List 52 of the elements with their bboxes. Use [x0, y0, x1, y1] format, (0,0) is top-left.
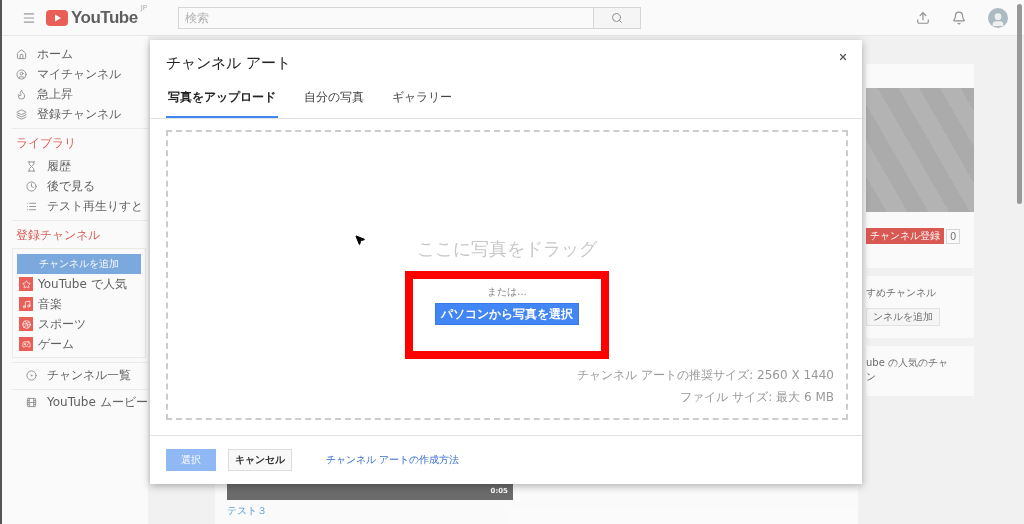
sidebar-item[interactable]: ホーム	[2, 44, 148, 64]
logo-text: YouTube	[71, 7, 138, 28]
subscribe-button[interactable]: チャンネル登録	[866, 228, 944, 244]
music-note-icon	[19, 297, 33, 311]
search-button[interactable]	[594, 6, 641, 29]
sidebar-item[interactable]: 履歴	[12, 156, 148, 176]
tab[interactable]: 写真をアップロード	[166, 89, 278, 118]
hourglass-icon	[26, 160, 37, 172]
list-icon	[26, 200, 37, 212]
tab[interactable]: 自分の写真	[302, 89, 366, 118]
size-note: チャンネル アートの推奨サイズ: 2560 X 1440	[577, 367, 834, 384]
section-heading: ライブラリ	[15, 135, 77, 152]
file-size-note: ファイル サイズ: 最大 6 MB	[680, 389, 834, 406]
help-link[interactable]: チャンネル アートの作成方法	[326, 453, 460, 467]
home-icon	[16, 48, 27, 60]
search-icon	[611, 11, 623, 24]
sidebar-item[interactable]: スポーツ	[17, 314, 141, 334]
sidebar-item[interactable]: マイチャンネル	[2, 64, 148, 84]
flame-icon	[16, 88, 27, 100]
gamepad-icon	[19, 337, 33, 351]
play-logo-icon	[46, 9, 68, 26]
avatar[interactable]	[988, 7, 1008, 28]
subscriber-count: 0	[946, 228, 961, 244]
search-field[interactable]: 検索	[178, 6, 594, 29]
tab[interactable]: ギャラリー	[390, 89, 454, 118]
sidebar-item[interactable]: 音楽	[17, 294, 141, 314]
mouse-pointer-icon	[354, 234, 366, 246]
sidebar-item[interactable]: チャンネル一覧	[12, 365, 148, 385]
sidebar-item[interactable]: ゲーム	[17, 334, 141, 354]
add-channel-button[interactable]: ンネルを追加	[866, 308, 940, 326]
ball-icon	[19, 317, 33, 331]
upload-button[interactable]: パソコンから写真を選択	[435, 303, 579, 325]
close-button[interactable]	[838, 52, 848, 62]
card-title: ube の人気のチャ ン	[866, 356, 950, 384]
bell-icon[interactable]	[952, 10, 966, 25]
sidebar-item[interactable]: 急上昇	[2, 84, 148, 104]
sidebar-item[interactable]: 登録チャンネル	[2, 104, 148, 124]
menu-icon[interactable]	[22, 10, 36, 25]
dialog-title: チャンネル アート	[166, 53, 291, 73]
cancel-button[interactable]: キャンセル	[228, 449, 292, 471]
or-text: または...	[487, 285, 527, 299]
sidebar-item[interactable]: YouTube ムービー	[12, 392, 148, 412]
star-icon	[19, 277, 33, 291]
sidebar-item[interactable]: YouTube で人気	[17, 274, 141, 294]
clock-icon	[26, 180, 37, 192]
section-heading: 登録チャンネル	[15, 227, 101, 244]
sidebar-item[interactable]: 後で見る	[12, 176, 148, 196]
stack-icon	[16, 108, 27, 120]
upload-icon[interactable]	[916, 10, 930, 25]
card-title: すめチャンネル	[866, 286, 937, 300]
film-icon	[26, 396, 37, 408]
sidebar-item[interactable]: テスト再生りすと	[12, 196, 148, 216]
